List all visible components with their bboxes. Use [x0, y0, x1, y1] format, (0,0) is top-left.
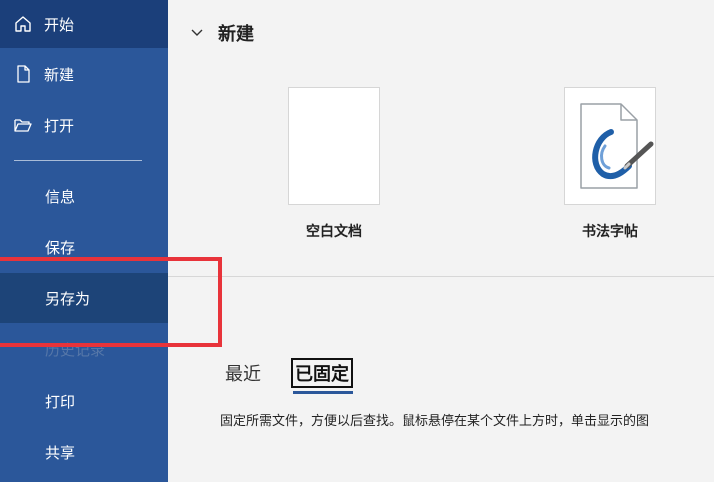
tab-recent[interactable]: 最近	[225, 360, 261, 386]
sidebar-item-label: 打印	[45, 392, 76, 411]
sidebar-item-label: 共享	[45, 443, 76, 462]
template-name: 书法字帖	[582, 224, 638, 240]
sidebar: 开始 新建 打开 信息 保存 另存为 历史记录 打印 共享	[0, 0, 168, 482]
sidebar-item-home[interactable]: 开始	[0, 0, 168, 48]
pinned-description: 固定所需文件，方便以后查找。鼠标悬停在某个文件上方时，单击显示的图	[220, 414, 650, 429]
sidebar-item-share[interactable]: 共享	[0, 427, 168, 477]
highlight-box	[0, 257, 222, 347]
main-panel: 新建 空白文档 书法字帖 最近 已固定 固定所需文件，方便以后查找。鼠标悬停在某…	[168, 0, 714, 482]
template-calligraphy[interactable]: 书法字帖	[564, 87, 656, 240]
template-blank-document[interactable]: 空白文档	[288, 87, 380, 240]
sidebar-item-info[interactable]: 信息	[0, 171, 168, 221]
sidebar-item-print[interactable]: 打印	[0, 376, 168, 426]
active-tab-indicator	[293, 391, 353, 394]
section-divider	[168, 276, 714, 277]
sidebar-item-label: 保存	[45, 238, 76, 257]
open-folder-icon	[12, 114, 34, 136]
tab-pinned[interactable]: 已固定	[291, 358, 353, 388]
new-document-icon	[12, 63, 34, 85]
home-icon	[12, 13, 34, 35]
calligraphy-icon	[580, 103, 654, 189]
template-name: 空白文档	[306, 224, 362, 240]
sidebar-item-label: 开始	[44, 15, 75, 34]
chevron-down-icon	[191, 29, 203, 36]
template-thumbnail	[288, 87, 380, 205]
sidebar-item-label: 信息	[45, 187, 76, 206]
section-title: 新建	[218, 24, 254, 45]
sidebar-item-new[interactable]: 新建	[0, 49, 168, 99]
new-section-header[interactable]: 新建	[190, 20, 254, 46]
sidebar-item-label: 新建	[44, 65, 75, 84]
template-thumbnail	[564, 87, 656, 205]
sidebar-item-open[interactable]: 打开	[0, 100, 168, 150]
sidebar-divider	[14, 160, 142, 161]
sidebar-item-label: 打开	[44, 116, 75, 135]
